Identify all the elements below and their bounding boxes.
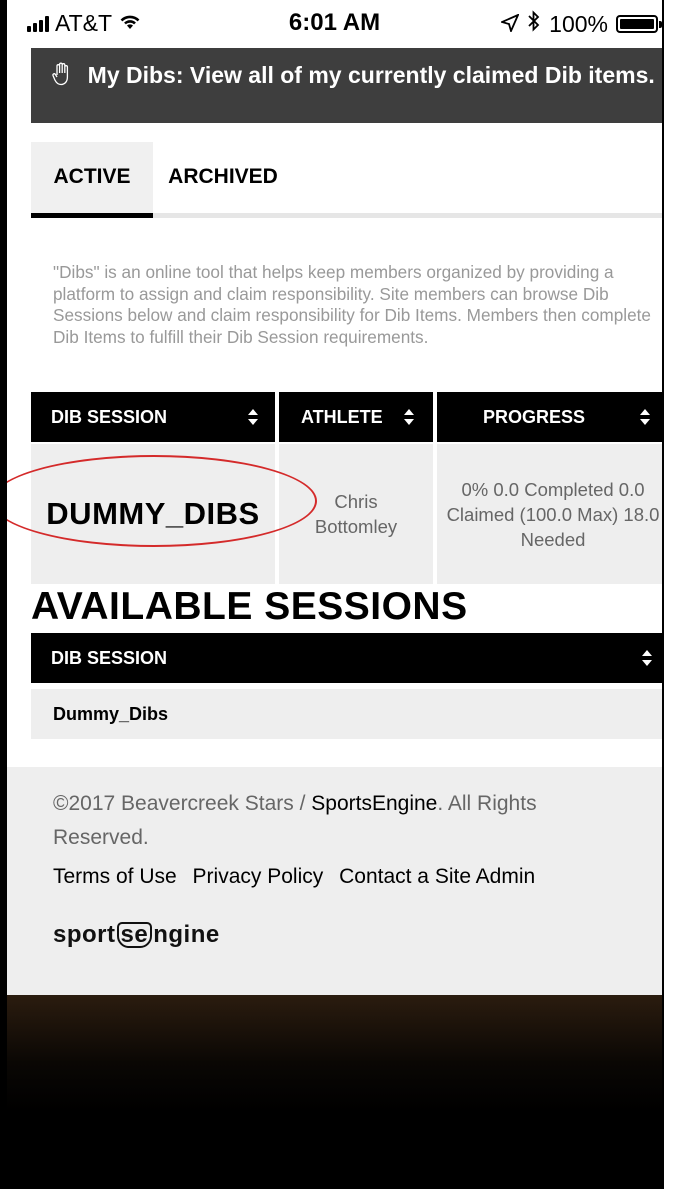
column-header-label: PROGRESS — [483, 407, 586, 427]
column-header-dib-session[interactable]: DIB SESSION — [31, 392, 275, 442]
column-header-label: DIB SESSION — [51, 407, 168, 427]
column-header-label: ATHLETE — [301, 407, 383, 427]
sort-icon — [641, 633, 653, 683]
dib-session-cell[interactable]: DUMMY_DIBS — [31, 444, 275, 584]
site-footer: ©2017 Beavercreek Stars / SportsEngine. … — [7, 767, 662, 995]
athlete-cell: Chris Bottomley — [279, 444, 433, 584]
available-sessions-title: AVAILABLE SESSIONS — [31, 585, 468, 628]
status-right: 100% — [499, 10, 662, 38]
logo-shield: se — [116, 922, 153, 948]
sort-icon — [639, 392, 651, 442]
table-row[interactable]: DUMMY_DIBS Chris Bottomley 0% 0.0 Comple… — [31, 444, 662, 584]
page-banner: My Dibs: View all of my currently claime… — [31, 48, 662, 123]
copyright-text: ©2017 Beavercreek Stars / SportsEngine. … — [53, 787, 613, 855]
progress-cell: 0% 0.0 Completed 0.0 Claimed (100.0 Max)… — [437, 444, 662, 584]
banner-title: My Dibs: View all of my currently claime… — [87, 62, 655, 88]
tab-archived[interactable]: ARCHIVED — [163, 142, 283, 218]
terms-of-use-link[interactable]: Terms of Use — [53, 865, 177, 888]
sort-icon — [247, 392, 259, 442]
available-sessions-header[interactable]: DIB SESSION — [31, 633, 662, 683]
status-bar: AT&T 6:01 AM 100% — [7, 0, 662, 48]
logo-text-right: ngine — [153, 921, 220, 948]
column-header-progress[interactable]: PROGRESS — [437, 392, 662, 442]
column-header-label: DIB SESSION — [51, 648, 168, 668]
athlete-name: Chris Bottomley — [314, 491, 398, 537]
column-header-athlete[interactable]: ATHLETE — [279, 392, 433, 442]
copyright-prefix: ©2017 Beavercreek Stars / — [53, 792, 312, 815]
battery-icon — [616, 15, 662, 33]
sort-icon — [403, 392, 415, 442]
table-header: DIB SESSION ATHLETE PROGRESS — [31, 392, 662, 442]
bluetooth-icon — [527, 10, 541, 38]
tab-bar: ACTIVE ARCHIVED — [31, 142, 662, 218]
location-icon — [499, 11, 520, 38]
page-bottom-background — [7, 995, 662, 1189]
sportsengine-logo[interactable]: sport se ngine — [53, 921, 220, 949]
progress-text: 0% 0.0 Completed 0.0 Claimed (100.0 Max)… — [446, 478, 660, 550]
battery-percent: 100% — [549, 10, 608, 37]
footer-links: Terms of Use Privacy Policy Contact a Si… — [53, 865, 545, 889]
contact-admin-link[interactable]: Contact a Site Admin — [339, 865, 535, 888]
tab-active[interactable]: ACTIVE — [31, 142, 153, 218]
privacy-policy-link[interactable]: Privacy Policy — [193, 865, 324, 888]
raised-hand-icon — [51, 62, 80, 89]
dibs-description: "Dibs" is an online tool that helps keep… — [53, 262, 651, 347]
available-session-row[interactable]: Dummy_Dibs — [31, 689, 662, 739]
my-dibs-table: DIB SESSION ATHLETE PROGRESS DUMMY_DIBS … — [31, 392, 662, 584]
logo-text-left: sport — [53, 921, 116, 948]
sportsengine-link[interactable]: SportsEngine — [311, 792, 437, 815]
phone-frame: AT&T 6:01 AM 100% My Dibs: View all of m… — [0, 0, 664, 1189]
